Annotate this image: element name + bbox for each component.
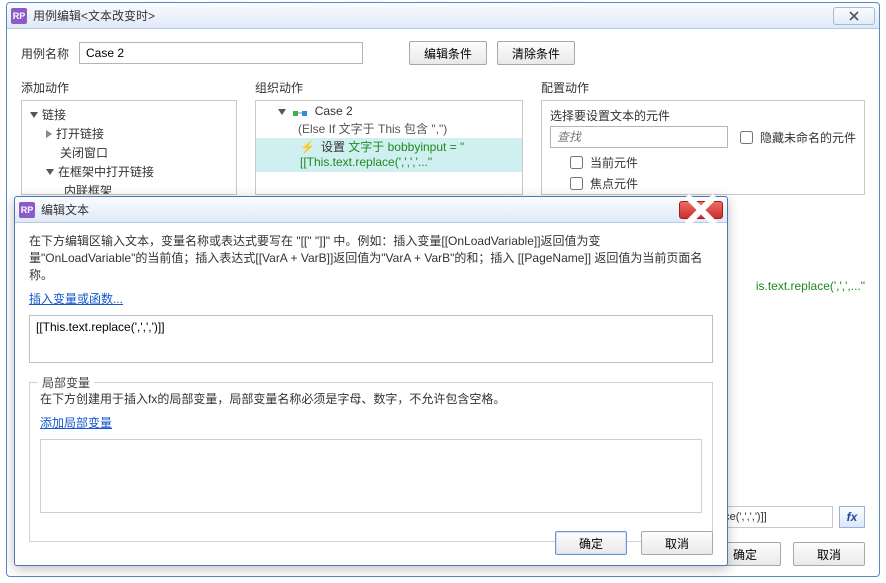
configure-actions-panel: 选择要设置文本的元件 隐藏未命名的元件 当前元件 (541, 100, 865, 195)
edit-text-title: 编辑文本 (41, 201, 89, 218)
tree-label: 在框架中打开链接 (58, 163, 154, 180)
tree-label: 打开链接 (56, 125, 104, 142)
organize-actions-header: 组织动作 (255, 79, 523, 96)
configure-actions-column: 配置动作 选择要设置文本的元件 隐藏未命名的元件 当前元件 (541, 79, 865, 195)
expression-input[interactable]: [[This.text.replace(',',',')]] (29, 315, 713, 363)
lightning-icon: ⚡ (300, 140, 315, 154)
hide-unnamed-label: 隐藏未命名的元件 (760, 129, 856, 146)
org-action-row[interactable]: ⚡设置 文字于 bobbyinput = "[[This.text.replac… (256, 138, 522, 172)
configure-subtitle: 选择要设置文本的元件 (550, 107, 856, 124)
case-editor-cancel-button[interactable]: 取消 (793, 542, 865, 566)
app-icon: RP (19, 202, 35, 218)
tree-node-inline-frame[interactable]: 内联框架 (24, 181, 234, 195)
insert-variable-link[interactable]: 插入变量或函数... (29, 290, 123, 307)
edit-text-ok-button[interactable]: 确定 (555, 531, 627, 555)
edit-text-titlebar: RP 编辑文本 (15, 197, 727, 223)
cfg-current-check[interactable] (570, 156, 583, 169)
app-icon: RP (11, 8, 27, 24)
local-variables-list[interactable] (40, 439, 702, 513)
tree-node-open-link[interactable]: 打开链接 (24, 124, 234, 143)
tree-node-open-in-frame[interactable]: 在框架中打开链接 (24, 162, 234, 181)
edit-text-help: 在下方编辑区输入文本，变量名称或表达式要写在 "[[" "]]" 中。例如：插入… (29, 233, 713, 284)
hide-unnamed-check-input[interactable] (740, 131, 753, 144)
edit-text-close-button[interactable] (679, 201, 723, 219)
local-variables-legend: 局部变量 (38, 374, 94, 391)
organize-actions-tree[interactable]: Case 2 (Else If 文字于 This 包含 ",") ⚡设置 文字于… (255, 100, 523, 195)
case-name-input[interactable] (79, 42, 363, 64)
tree-node-links[interactable]: 链接 (24, 105, 234, 124)
twisty-closed-icon (46, 130, 52, 138)
tree-label: 链接 (42, 106, 66, 123)
case-editor-footer: 确定 取消 (709, 542, 865, 566)
case-icon (293, 108, 307, 118)
add-actions-tree[interactable]: 链接 打开链接 关闭窗口 在框架中打开链接 内联框 (21, 100, 237, 195)
edit-condition-button[interactable]: 编辑条件 (409, 41, 487, 65)
tree-node-close-window[interactable]: 关闭窗口 (24, 143, 234, 162)
background-peek-text: is.text.replace(',',',..." (756, 279, 865, 293)
case-name-label: 用例名称 (21, 45, 69, 62)
tree-label: 关闭窗口 (60, 144, 108, 161)
add-local-variable-link[interactable]: 添加局部变量 (40, 414, 112, 431)
cfg-focus-label: 焦点元件 (590, 175, 638, 192)
organize-actions-column: 组织动作 Case 2 (Else If 文字于 This 包含 ",") ⚡ 设… (255, 79, 523, 195)
edit-text-footer: 确定 取消 (555, 531, 713, 555)
org-case-label: Case 2 (315, 104, 353, 118)
hide-unnamed-checkbox[interactable]: 隐藏未命名的元件 (736, 128, 856, 147)
cfg-current-widget[interactable]: 当前元件 (550, 152, 856, 173)
local-variables-help: 在下方创建用于插入fx的局部变量，局部变量名称必须是字母、数字，不允许包含空格。 (40, 391, 702, 408)
add-actions-column: 添加动作 链接 打开链接 关闭窗口 (21, 79, 237, 195)
cfg-focus-check[interactable] (570, 177, 583, 190)
org-action-prefix: 设置 (321, 140, 348, 154)
case-editor-close-button[interactable] (833, 7, 875, 25)
add-actions-header: 添加动作 (21, 79, 237, 96)
configure-search-input[interactable] (550, 126, 728, 148)
twisty-open-icon (278, 109, 286, 115)
twisty-open-icon (46, 169, 54, 175)
edit-text-cancel-button[interactable]: 取消 (641, 531, 713, 555)
configure-actions-header: 配置动作 (541, 79, 865, 96)
case-editor-title: 用例编辑<文本改变时> (33, 7, 155, 24)
org-case-node[interactable]: Case 2 (256, 103, 522, 119)
org-case-condition: (Else If 文字于 This 包含 ",") (256, 119, 522, 138)
cfg-current-label: 当前元件 (590, 154, 638, 171)
local-variables-fieldset: 局部变量 在下方创建用于插入fx的局部变量，局部变量名称必须是字母、数字，不允许… (29, 382, 713, 542)
twisty-open-icon (30, 112, 38, 118)
tree-label: 内联框架 (64, 182, 112, 195)
fx-button[interactable]: fx (839, 506, 865, 528)
close-icon (848, 10, 860, 22)
edit-text-dialog: RP 编辑文本 在下方编辑区输入文本，变量名称或表达式要写在 "[[" "]]"… (14, 196, 728, 566)
case-editor-titlebar: RP 用例编辑<文本改变时> (7, 3, 879, 29)
case-name-row: 用例名称 编辑条件 清除条件 (21, 41, 865, 65)
clear-condition-button[interactable]: 清除条件 (497, 41, 575, 65)
